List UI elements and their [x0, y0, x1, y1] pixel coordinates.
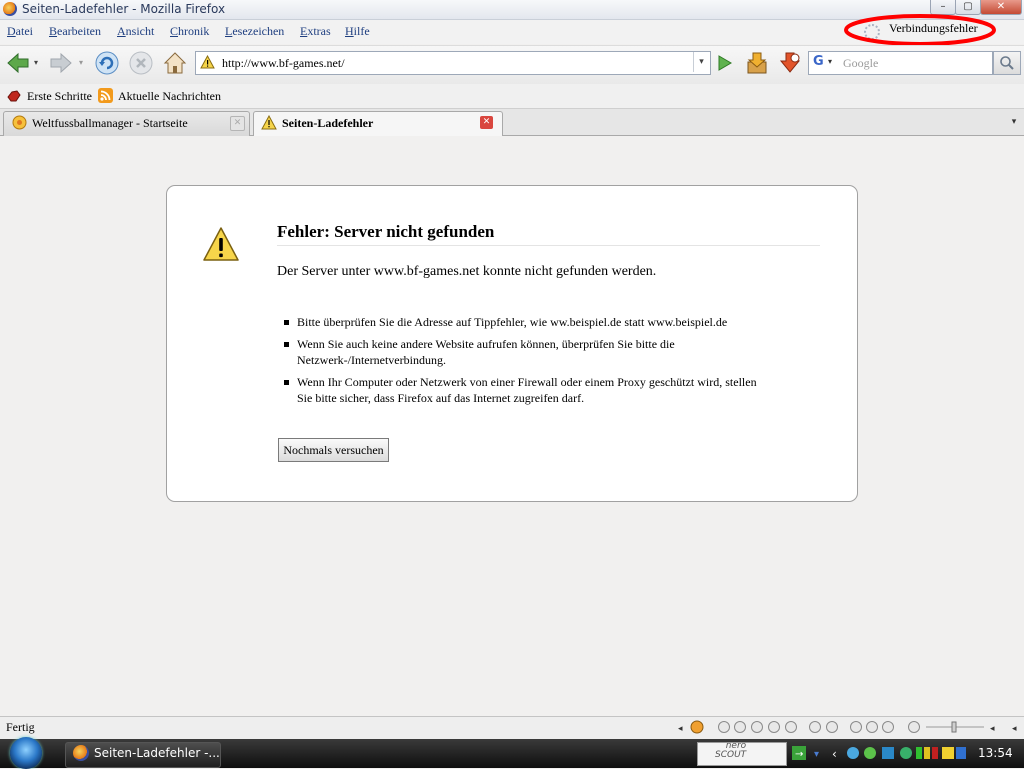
large-warning-icon — [203, 227, 239, 261]
svg-text:◂: ◂ — [678, 724, 683, 734]
site-favicon-icon — [12, 115, 27, 130]
system-tray[interactable]: → ▾ ‹ — [790, 742, 970, 764]
tab-label: Seiten-Ladefehler — [282, 116, 374, 130]
back-icon[interactable] — [5, 50, 31, 76]
bookmark-erste-schritte[interactable]: Erste Schritte — [27, 89, 92, 104]
forward-icon[interactable] — [48, 50, 74, 76]
error-title: Fehler: Server nicht gefunden — [277, 222, 495, 241]
retry-button[interactable]: Nochmals versuchen — [278, 438, 389, 462]
red-annotation-circle — [844, 14, 996, 46]
menu-extras[interactable]: Extras — [300, 24, 331, 39]
warning-icon — [261, 115, 277, 130]
menu-ansicht[interactable]: Ansicht — [117, 24, 154, 39]
reload-icon[interactable] — [94, 50, 120, 76]
list-item: Wenn Sie auch keine andere Website aufru… — [283, 336, 773, 368]
tab-close-icon[interactable]: ✕ — [480, 116, 493, 129]
url-history-dropdown-icon[interactable]: ▾ — [693, 52, 709, 72]
error-description: Der Server unter www.bf-games.net konnte… — [277, 264, 657, 279]
svg-text:▾: ▾ — [814, 749, 819, 760]
url-text[interactable]: http://www.bf-games.net/ — [222, 56, 345, 71]
menu-hilfe[interactable]: Hilfe — [345, 24, 370, 39]
nero-line-2: SCOUT — [715, 750, 747, 760]
title-divider — [277, 245, 820, 246]
taskbar-firefox-label: Seiten-Ladefehler -... — [94, 746, 220, 760]
bookmark-aktuelle-nachrichten[interactable]: Aktuelle Nachrichten — [118, 89, 221, 104]
stop-icon[interactable] — [128, 50, 154, 76]
addon-icon[interactable] — [777, 50, 803, 76]
start-button[interactable] — [10, 737, 42, 769]
download-icon[interactable] — [744, 50, 770, 76]
go-icon[interactable] — [714, 53, 734, 73]
forward-history-dropdown-icon[interactable]: ▾ — [79, 58, 83, 67]
home-icon[interactable] — [162, 50, 188, 76]
google-logo-icon: G — [813, 54, 824, 69]
clock: 13:54 — [978, 746, 1013, 760]
svg-text:◂: ◂ — [1012, 724, 1017, 734]
tab-close-icon[interactable]: ✕ — [230, 116, 245, 131]
chevron-down-icon: ▾ — [828, 57, 833, 66]
nero-scout-logo: nero SCOUT — [715, 742, 746, 760]
firefox-icon — [3, 2, 17, 16]
bookmark-icon — [7, 90, 21, 102]
status-text: Fertig — [6, 720, 35, 734]
window-title: Seiten-Ladefehler - Mozilla Firefox — [22, 2, 226, 16]
rss-icon — [98, 88, 113, 103]
svg-text:→: → — [795, 749, 803, 760]
search-placeholder[interactable]: Google — [843, 56, 878, 71]
svg-text:‹: ‹ — [832, 747, 837, 761]
search-icon — [1000, 56, 1014, 70]
list-item: Wenn Ihr Computer oder Netzwerk von eine… — [283, 374, 773, 406]
menu-datei[interactable]: Datei — [7, 24, 33, 39]
tab-list-dropdown-icon[interactable]: ▾ — [1006, 111, 1022, 133]
media-controls-toolbar[interactable]: ◂ ◂ ◂ — [676, 719, 1021, 735]
menu-chronik[interactable]: Chronik — [170, 24, 209, 39]
menu-bearbeiten[interactable]: Bearbeiten — [49, 24, 101, 39]
list-item: Bitte überprüfen Sie die Adresse auf Tip… — [283, 314, 773, 330]
back-history-dropdown-icon[interactable]: ▾ — [34, 58, 38, 67]
menu-lesezeichen[interactable]: Lesezeichen — [225, 24, 284, 39]
error-suggestion-list: Bitte überprüfen Sie die Adresse auf Tip… — [283, 314, 773, 412]
search-button[interactable] — [993, 51, 1021, 75]
svg-text:◂: ◂ — [990, 724, 995, 734]
warning-icon — [200, 55, 215, 69]
search-engine-selector[interactable]: G ▾ — [808, 51, 838, 75]
firefox-icon — [73, 745, 89, 761]
tab-label: Weltfussballmanager - Startseite — [32, 116, 188, 130]
